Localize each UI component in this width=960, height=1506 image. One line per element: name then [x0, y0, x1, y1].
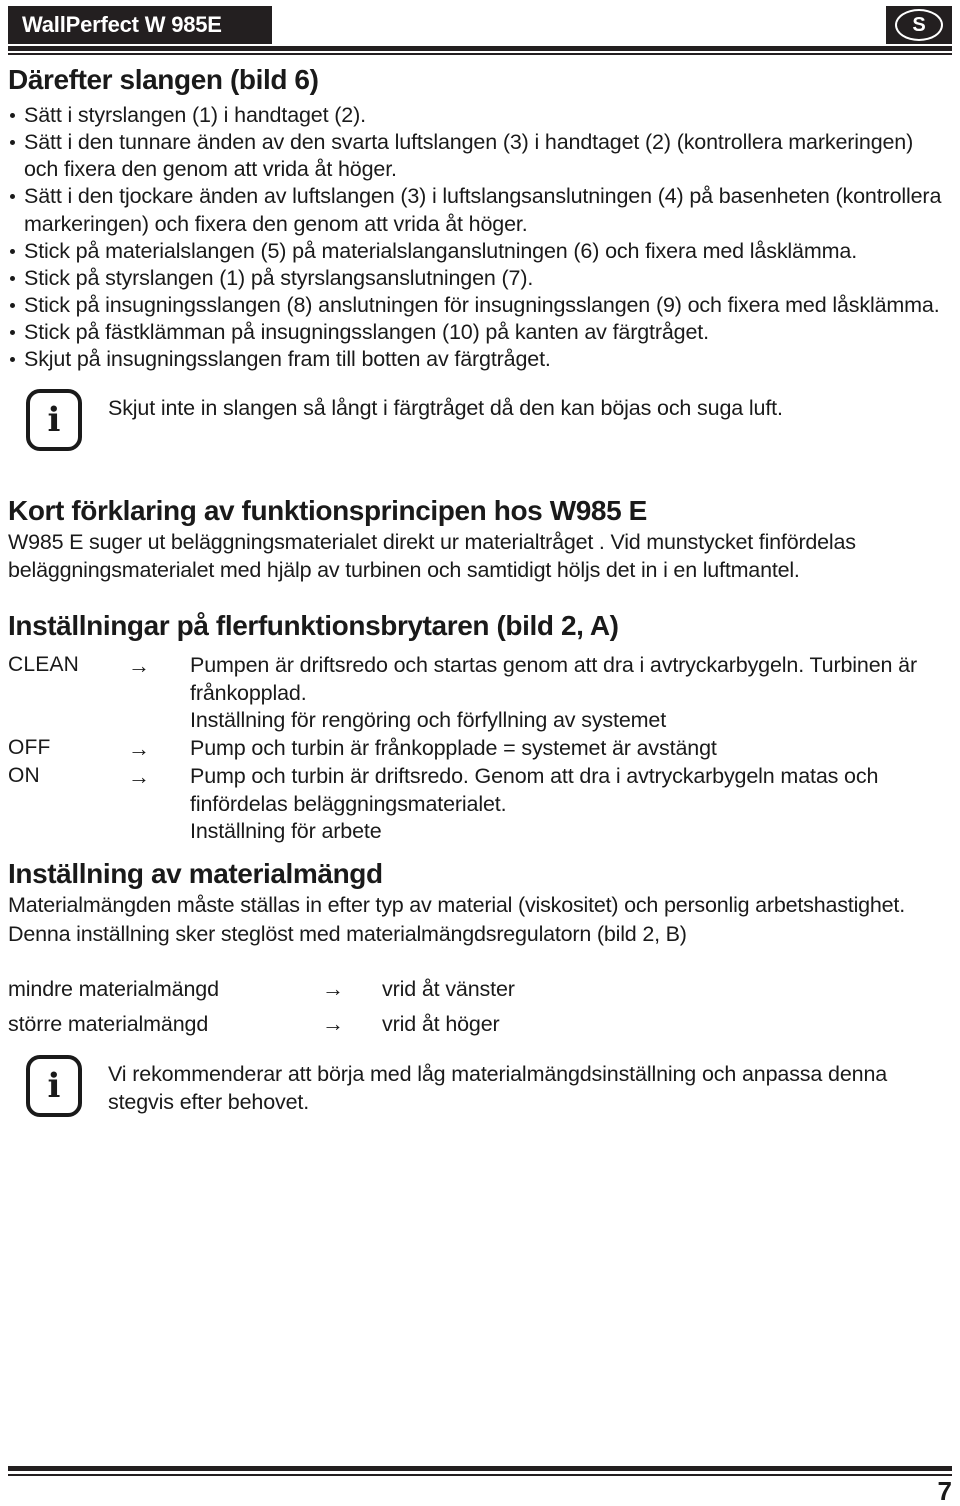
list-item: Stick på fästklämman på insugningsslange…: [8, 319, 952, 346]
language-badge-letter: S: [912, 14, 926, 36]
footer-rule-thick: [8, 1466, 952, 1471]
heading-switch-settings: Inställningar på flerfunktionsbrytaren (…: [8, 610, 619, 642]
amount-label-more: större materialmängd: [8, 1011, 209, 1036]
product-title-bar: WallPerfect W 985E: [8, 6, 272, 44]
switch-settings-table: CLEAN → Pumpen är driftsredo och startas…: [8, 652, 952, 845]
info-icon-glyph: i: [47, 1065, 61, 1106]
settings-desc-on: Pump och turbin är driftsredo. Genom att…: [190, 764, 879, 816]
header-rule-thick: [8, 46, 952, 51]
settings-desc-clean: Pumpen är driftsredo och startas genom a…: [190, 653, 917, 705]
heading-hose: Därefter slangen (bild 6): [8, 64, 319, 95]
settings-label-clean: CLEAN: [8, 653, 80, 677]
amount-value-less: vrid åt vänster: [382, 976, 515, 1001]
settings-label-on: ON: [8, 764, 40, 788]
heading-principle: Kort förklaring av funktionsprincipen ho…: [8, 494, 647, 526]
settings-extra-on: Inställning för arbete: [190, 819, 382, 844]
info-icon: i: [26, 1054, 82, 1117]
list-item: Skjut på insugningsslangen fram till bot…: [8, 346, 952, 373]
info-icon-glyph: i: [47, 399, 61, 440]
settings-desc-off: Pump och turbin är frånkopplade = system…: [190, 735, 717, 760]
table-row: CLEAN → Pumpen är driftsredo och startas…: [8, 652, 952, 707]
amount-value-more: vrid åt höger: [382, 1011, 500, 1036]
note-text: Skjut inte in slangen så långt i färgtrå…: [108, 395, 783, 420]
page-number: 7: [937, 1476, 952, 1506]
table-row: större materialmängd → vrid åt höger: [8, 1010, 952, 1039]
principle-paragraph: W985 E suger ut beläggningsmaterialet di…: [8, 530, 856, 582]
list-item: Stick på materialslangen (5) på material…: [8, 238, 952, 265]
product-title: WallPerfect W 985E: [22, 12, 222, 37]
list-item: Stick på insugningsslangen (8) anslutnin…: [8, 292, 952, 319]
list-item: Sätt i styrslangen (1) i handtaget (2).: [8, 102, 952, 129]
settings-label-off: OFF: [8, 735, 51, 759]
language-badge-ellipse: S: [895, 9, 943, 41]
page-header: WallPerfect W 985E S: [0, 0, 960, 56]
hose-instruction-list: Sätt i styrslangen (1) i handtaget (2). …: [8, 102, 952, 373]
heading-material-amount: Inställning av materialmängd: [8, 857, 383, 889]
arrow-icon: →: [128, 764, 150, 790]
material-amount-paragraph-1: Materialmängden måste ställas in efter t…: [8, 892, 905, 917]
amount-label-less: mindre materialmängd: [8, 976, 219, 1001]
material-amount-table: mindre materialmängd → vrid åt vänster s…: [8, 975, 952, 1039]
table-row: OFF → Pump och turbin är frånkopplade = …: [8, 735, 952, 763]
list-item: Stick på styrslangen (1) på styrslangsan…: [8, 265, 952, 292]
list-item: Sätt i den tjockare änden av luftslangen…: [8, 183, 952, 237]
table-row: mindre materialmängd → vrid åt vänster: [8, 975, 952, 1004]
arrow-icon: →: [128, 653, 150, 679]
settings-extra-clean: Inställning för rengöring och förfyllnin…: [190, 708, 667, 733]
note-box-material-amount: i Vi rekommenderar att börja med låg mat…: [8, 1053, 952, 1117]
material-amount-paragraph-2: Denna inställning sker steglöst med mate…: [8, 922, 687, 947]
language-badge: S: [886, 6, 952, 44]
note-text: Vi rekommenderar att börja med låg mater…: [108, 1061, 888, 1114]
arrow-icon: →: [322, 975, 344, 1001]
arrow-icon: →: [322, 1010, 344, 1036]
page-content: Därefter slangen (bild 6) Sätt i styrsla…: [8, 64, 952, 1117]
document-page: WallPerfect W 985E S Därefter slangen (b…: [0, 0, 960, 1504]
note-box-hose: i Skjut inte in slangen så långt i färgt…: [8, 387, 952, 451]
arrow-icon: →: [128, 735, 150, 761]
header-rule-thin: [8, 53, 952, 55]
info-icon: i: [26, 388, 82, 451]
list-item: Sätt i den tunnare änden av den svarta l…: [8, 129, 952, 183]
footer-rule-thin: [8, 1474, 952, 1476]
table-row: ON → Pump och turbin är driftsredo. Geno…: [8, 763, 952, 818]
